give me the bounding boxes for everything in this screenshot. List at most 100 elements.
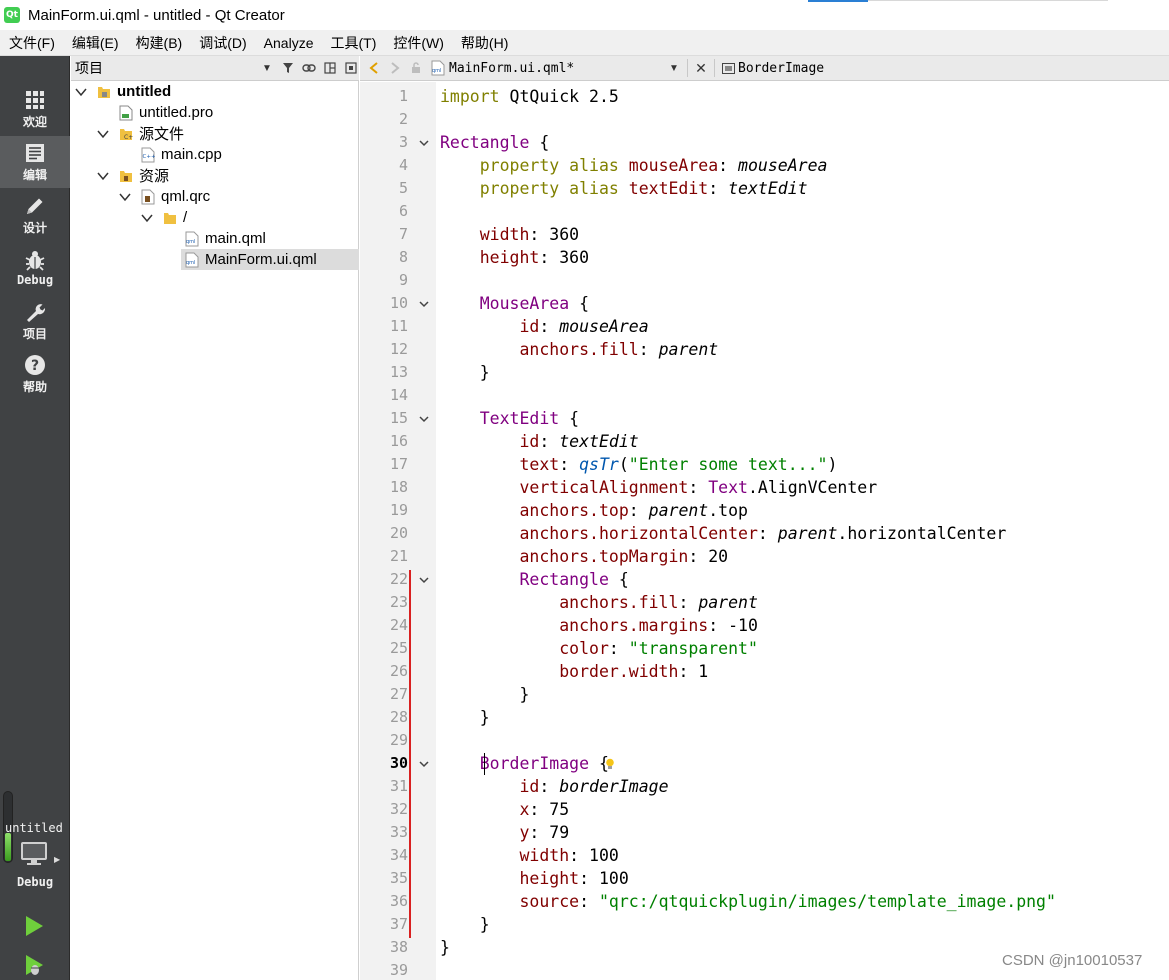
fold-chevron-icon[interactable] [418,137,430,149]
tree-item-sources[interactable]: C+ 源文件 [97,123,355,144]
code-line: BorderImage { [479,754,609,773]
svg-text:C++: C++ [143,154,156,160]
chevron-down-icon[interactable] [119,191,131,203]
lightbulb-icon[interactable] [605,758,615,770]
line-number: 20 [389,524,408,542]
chevron-down-icon[interactable] [141,212,153,224]
mode-edit[interactable]: 编辑 [0,136,70,188]
tree-label: 资源 [139,168,170,185]
mode-projects[interactable]: 项目 [0,295,70,347]
line-number: 26 [389,662,408,680]
title-bar: Qt MainForm.ui.qml - untitled - Qt Creat… [0,0,1169,30]
code-line: anchors.margins: -10 [559,616,758,635]
debug-run-icon [26,955,43,975]
debug-run-button[interactable] [22,953,46,977]
menu-edit[interactable]: 编辑(E) [63,30,127,56]
mode-welcome[interactable]: 欢迎 [0,83,70,135]
combo-dropdown-arrow-icon[interactable]: ▼ [260,61,274,75]
filter-icon[interactable] [281,61,295,75]
menu-file[interactable]: 文件(F) [0,30,63,56]
tree-item-main-qml[interactable]: qml main.qml [185,228,355,249]
menu-widgets[interactable]: 控件(W) [384,30,452,56]
line-number: 28 [389,708,408,726]
run-icon [26,916,43,936]
chevron-right-icon [391,62,400,74]
menu-tools[interactable]: 工具(T) [321,30,384,56]
link-icon[interactable] [302,61,316,75]
document-dropdown-arrow-icon[interactable]: ▼ [667,61,681,75]
mode-debug[interactable]: Debug [0,242,70,294]
open-document-combo[interactable]: MainForm.ui.qml* [449,61,656,76]
tree-label: main.qml [205,230,266,247]
close-document-icon[interactable]: ✕ [694,60,708,76]
project-view-combo[interactable]: 项目 [75,58,253,78]
code-line: id: borderImage [519,777,669,796]
split-icon[interactable] [323,61,337,75]
code-line: import QtQuick 2.5 [440,87,619,106]
qml-file-icon: qml [185,252,199,268]
line-number: 36 [389,892,408,910]
kit-build-config: Debug [16,875,54,889]
tree-item-qml-qrc[interactable]: qml.qrc [119,186,355,207]
resource-folder-icon [119,168,133,184]
line-number: 31 [389,777,408,795]
menu-debug[interactable]: 调试(D) [190,30,254,56]
svg-text:C+: C+ [124,134,133,141]
line-number: 18 [389,478,408,496]
edit-document-icon [24,142,46,164]
project-pane-toolbar: 项目 ▼ [71,56,359,81]
code-editor[interactable]: import QtQuick 2.5 Rectangle { property a… [436,82,1169,980]
menu-analyze[interactable]: Analyze [255,30,322,56]
fold-chevron-icon[interactable] [418,574,430,586]
line-number: 34 [389,846,408,864]
line-number: 23 [389,593,408,611]
close-pane-icon[interactable] [344,61,358,75]
lock-button[interactable] [409,61,423,75]
symbol-combo[interactable]: BorderImage [738,61,824,76]
fold-chevron-icon[interactable] [418,413,430,425]
code-line: anchors.fill: parent [559,593,758,612]
editor-toolbar: qml MainForm.ui.qml* ▼ ✕ BorderImage [360,56,1169,81]
tree-item-root-prefix[interactable]: / [141,207,355,228]
kit-selector[interactable]: untitled ▶ Debug [0,791,70,901]
mode-selector-bar: 欢迎 编辑 设计 Debug 项目 ? 帮助 untitled ▶ Debug [0,56,70,980]
chevron-down-icon[interactable] [75,86,87,98]
tree-label: qml.qrc [161,188,211,205]
run-button[interactable] [22,914,46,938]
watermark-text: CSDN @jn10010537 [1002,952,1143,969]
go-forward-button[interactable] [388,61,402,75]
fold-chevron-icon[interactable] [418,298,430,310]
line-number: 11 [389,317,408,335]
mode-help[interactable]: ? 帮助 [0,348,70,400]
grid-icon [24,89,46,111]
code-line: anchors.fill: parent [519,340,719,359]
kit-dropdown-arrow-icon: ▶ [54,855,61,864]
tree-item-mainform-ui-qml[interactable]: qml MainForm.ui.qml [181,249,359,270]
code-line: id: mouseArea [519,317,649,336]
go-back-button[interactable] [367,61,381,75]
code-line: height: 100 [519,869,629,888]
svg-text:qml: qml [186,239,195,245]
code-line: } [440,363,490,382]
tree-item-main-cpp[interactable]: C++ main.cpp [141,144,355,165]
fold-chevron-icon[interactable] [418,758,430,770]
chevron-down-icon[interactable] [97,170,109,182]
code-line: anchors.top: parent.top [519,501,748,520]
line-number: 29 [389,731,408,749]
tree-item-resources[interactable]: 资源 [97,165,355,186]
tree-item-untitled[interactable]: untitled [75,81,355,102]
qt-creator-app-icon: Qt [4,7,20,23]
mode-design[interactable]: 设计 [0,189,70,241]
chevron-down-icon[interactable] [97,128,109,140]
svg-text:qml: qml [432,68,441,74]
bug-icon [24,249,46,271]
menu-help[interactable]: 帮助(H) [452,30,516,56]
svg-text:?: ? [31,358,39,374]
wrench-icon [24,301,46,323]
qml-file-icon: qml [185,231,199,247]
code-line: Rectangle { [519,570,629,589]
source-folder-icon: C+ [119,126,133,142]
menu-build[interactable]: 构建(B) [127,30,191,56]
pro-file-icon [119,105,133,121]
tree-item-untitled-pro[interactable]: untitled.pro [119,102,355,123]
